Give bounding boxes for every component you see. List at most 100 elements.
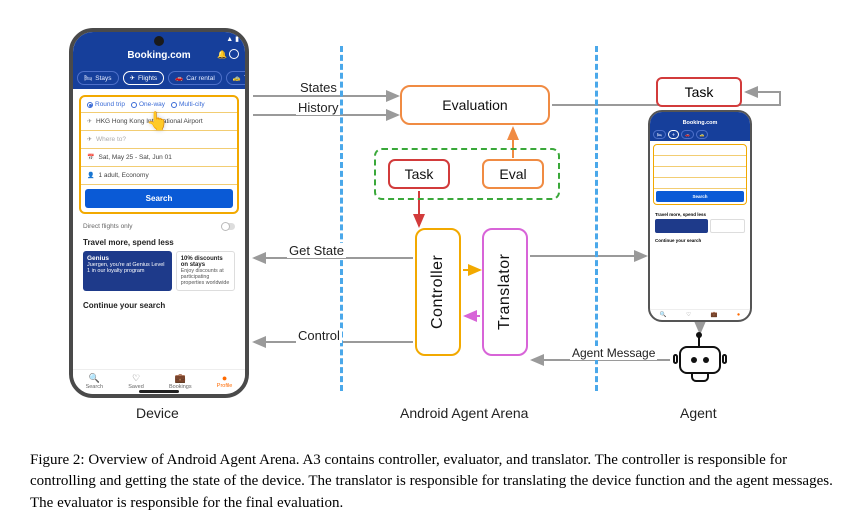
to-placeholder: Where to? — [96, 136, 126, 143]
nav-profile[interactable]: ●Profile — [217, 373, 233, 390]
controller-module: Controller — [415, 228, 461, 356]
tab-stays[interactable]: 🛏Stays — [77, 71, 119, 85]
tab-label: Flights — [138, 75, 157, 82]
bed-icon: 🛏 — [84, 74, 92, 82]
direct-flights-label: Direct flights only — [83, 223, 133, 230]
task-badge-label: Task — [405, 166, 434, 182]
dates-field[interactable]: 📅 Sat, May 25 - Sat, Jun 01 — [81, 149, 237, 167]
flight-search-card: Round trip One-way Multi-city ✈ HKG Hong… — [79, 95, 239, 214]
home-indicator — [139, 390, 179, 393]
discount-card[interactable] — [710, 219, 745, 233]
app-title: Booking.com — [683, 120, 718, 126]
flight-search-card: Search — [653, 144, 747, 205]
task-badge: Task — [388, 159, 450, 189]
plane-arrive-icon: ✈ — [87, 136, 92, 143]
passengers-value: 1 adult, Economy — [98, 172, 148, 179]
tab-flights[interactable]: ✈Flights — [123, 71, 165, 85]
avatar[interactable] — [229, 49, 239, 59]
translator-label: Translator — [496, 254, 514, 330]
discount-title: 10% discounts on stays — [181, 256, 230, 268]
trip-option-multicity[interactable]: Multi-city — [171, 101, 205, 108]
tab-label: Stays — [95, 75, 111, 82]
profile-icon[interactable]: ● — [737, 312, 740, 318]
trip-option-round[interactable]: Round trip — [87, 101, 125, 108]
genius-card[interactable] — [655, 219, 708, 233]
section-travel-more: Travel more, spend less — [73, 230, 245, 249]
from-field[interactable] — [654, 145, 746, 156]
genius-body: Juergen, you're at Genius Level 1 in our… — [87, 262, 168, 274]
dates-field[interactable] — [654, 167, 746, 178]
from-field[interactable]: ✈ HKG Hong Kong International Airport 👆 — [81, 113, 237, 131]
search-button-label: Search — [692, 194, 707, 199]
radio-on-icon — [87, 102, 93, 108]
notification-icon[interactable]: 🔔 — [217, 50, 227, 59]
camera-notch — [154, 36, 164, 46]
agent-phone: Booking.com 🛏 ✈ 🚗 🚕 Search Travel more, … — [648, 110, 752, 322]
car-icon: 🚗 — [175, 74, 183, 82]
search-icon: 🔍 — [86, 373, 103, 384]
genius-card[interactable]: Genius Juergen, you're at Genius Level 1… — [83, 251, 172, 291]
figure-caption: Figure 2: Overview of Android Agent Aren… — [30, 450, 846, 514]
nav-label: Search — [86, 384, 103, 390]
search-button[interactable]: Search — [85, 189, 233, 208]
evaluation-module: Evaluation — [400, 85, 550, 125]
tab-label: Car rental — [186, 75, 215, 82]
plane-depart-icon: ✈ — [87, 118, 92, 125]
trip-option-oneway[interactable]: One-way — [131, 101, 165, 108]
nav-saved[interactable]: ♡Saved — [128, 373, 144, 390]
radio-off-icon — [131, 102, 137, 108]
option-label: One-way — [139, 101, 165, 108]
option-label: Multi-city — [179, 101, 205, 108]
flow-states-label: States — [298, 80, 339, 95]
eval-badge-label: Eval — [499, 166, 526, 182]
eval-badge: Eval — [482, 159, 544, 189]
search-button[interactable]: Search — [656, 191, 744, 202]
tab-stays[interactable]: 🛏 — [653, 130, 666, 139]
promo-cards: Genius Juergen, you're at Genius Level 1… — [73, 249, 245, 293]
briefcase-icon: 💼 — [169, 373, 192, 384]
tab-car-rental[interactable]: 🚗 — [681, 130, 694, 139]
controller-label: Controller — [429, 255, 447, 329]
flow-agent-message-label: Agent Message — [570, 346, 657, 360]
taxi-icon: 🚕 — [233, 74, 241, 82]
bottom-nav: 🔍 ♡ 💼 ● — [650, 309, 750, 320]
to-field[interactable]: ✈ Where to? — [81, 131, 237, 149]
figure-diagram: ▲ ▮ Booking.com 🔔 🛏Stays ✈Flights 🚗Car r… — [0, 0, 860, 430]
tab-taxi[interactable]: 🚕Ta — [226, 71, 249, 85]
option-label: Round trip — [95, 101, 125, 108]
discount-card[interactable]: 10% discounts on stays Enjoy discounts a… — [176, 251, 235, 291]
promo-cards — [650, 218, 750, 234]
device-phone: ▲ ▮ Booking.com 🔔 🛏Stays ✈Flights 🚗Car r… — [69, 28, 249, 398]
agent-task-label: Task — [685, 84, 714, 100]
tab-flights[interactable]: ✈ — [668, 130, 679, 139]
app-title: Booking.com — [127, 50, 190, 61]
tab-taxi[interactable]: 🚕 — [696, 130, 709, 139]
nav-bookings[interactable]: 💼Bookings — [169, 373, 192, 390]
arena-column-label: Android Agent Arena — [400, 405, 528, 421]
trip-type-options: Round trip One-way Multi-city — [81, 97, 237, 113]
to-field[interactable] — [654, 156, 746, 167]
nav-search[interactable]: 🔍Search — [86, 373, 103, 390]
radio-off-icon — [171, 102, 177, 108]
flow-history-label: History — [296, 100, 340, 115]
tab-car-rental[interactable]: 🚗Car rental — [168, 71, 222, 85]
device-column-label: Device — [136, 405, 179, 421]
briefcase-icon[interactable]: 💼 — [711, 312, 718, 318]
passengers-field[interactable] — [654, 178, 746, 189]
heart-icon: ♡ — [128, 373, 144, 384]
toggle-off-icon — [221, 223, 235, 230]
category-tabs: 🛏Stays ✈Flights 🚗Car rental 🚕Ta — [73, 67, 245, 89]
search-icon[interactable]: 🔍 — [660, 312, 667, 318]
genius-title: Genius — [87, 255, 168, 262]
passengers-field[interactable]: 👤 1 adult, Economy — [81, 167, 237, 185]
search-button-label: Search — [146, 194, 173, 203]
direct-flights-toggle[interactable]: Direct flights only — [73, 220, 245, 230]
evaluation-label: Evaluation — [442, 97, 507, 113]
heart-icon[interactable]: ♡ — [686, 312, 691, 318]
category-tabs: 🛏 ✈ 🚗 🚕 — [650, 128, 750, 141]
section-travel-more: Travel more, spend less — [650, 208, 750, 218]
section-continue-search: Continue your search — [650, 234, 750, 244]
app-header: Booking.com — [650, 118, 750, 128]
nav-label: Profile — [217, 383, 233, 389]
calendar-icon: 📅 — [87, 154, 94, 161]
